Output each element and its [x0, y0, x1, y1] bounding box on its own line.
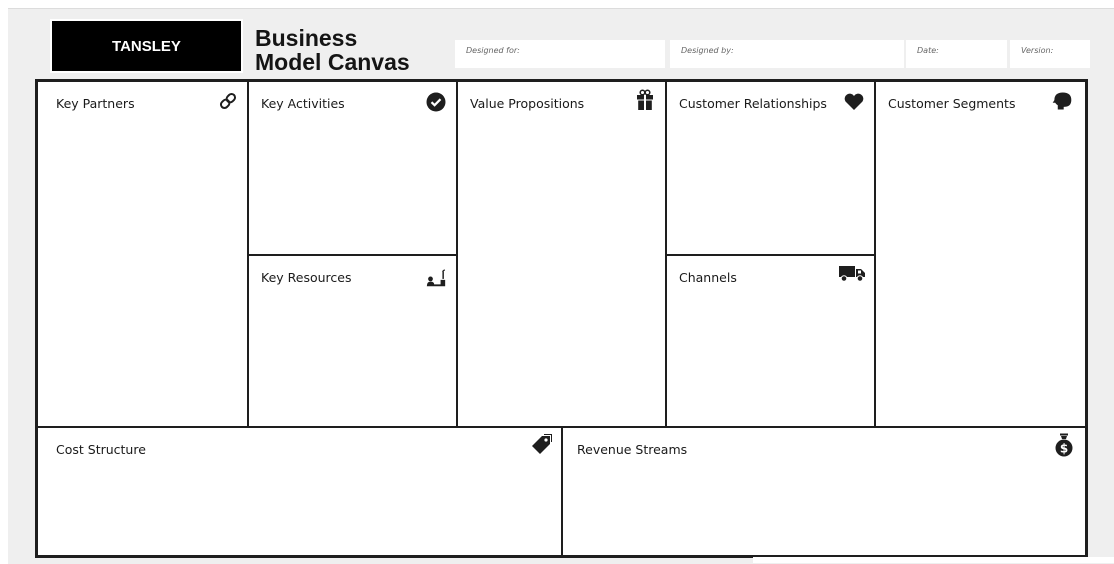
gift-icon	[634, 89, 656, 111]
key-partners-label: Key Partners	[56, 96, 135, 111]
designed-by-label: Designed by:	[681, 46, 734, 55]
key-resources-label: Key Resources	[261, 270, 352, 285]
version-field[interactable]: Version:	[1010, 40, 1090, 68]
revenue-streams-block[interactable]: Revenue Streams $	[561, 426, 1085, 556]
link-icon	[217, 90, 239, 112]
brand-logo-text: TANSLEY	[112, 37, 181, 55]
key-activities-block[interactable]: Key Activities	[247, 82, 457, 255]
revenue-streams-label: Revenue Streams	[577, 442, 688, 457]
designed-by-field[interactable]: Designed by:	[670, 40, 904, 68]
money-bag-icon: $	[1053, 433, 1075, 457]
truck-icon	[837, 262, 867, 284]
designed-for-field[interactable]: Designed for:	[455, 40, 665, 68]
key-partners-block[interactable]: Key Partners	[38, 82, 247, 427]
tag-icon	[530, 434, 552, 456]
page-title-line1: Business	[255, 25, 358, 51]
date-field[interactable]: Date:	[906, 40, 1007, 68]
channels-block[interactable]: Channels	[665, 254, 875, 427]
value-propositions-block[interactable]: Value Propositions	[456, 82, 666, 427]
version-label: Version:	[1021, 46, 1054, 55]
business-model-canvas: Key Partners Key Activities Key Resource…	[35, 79, 1088, 558]
svg-text:$: $	[1060, 442, 1068, 456]
page-footer-strip	[753, 557, 1114, 563]
page-title-line2: Model Canvas	[255, 49, 410, 75]
customer-segments-label: Customer Segments	[888, 96, 1016, 111]
check-circle-icon	[425, 91, 447, 113]
heart-icon	[843, 91, 865, 113]
brand-logo: TANSLEY	[52, 21, 241, 71]
page-title: Business Model Canvas	[255, 26, 410, 74]
date-label: Date:	[917, 46, 939, 55]
channels-label: Channels	[679, 270, 737, 285]
designed-for-label: Designed for:	[466, 46, 520, 55]
worker-icon	[425, 267, 447, 289]
customer-relationships-block[interactable]: Customer Relationships	[665, 82, 875, 255]
customer-relationships-label: Customer Relationships	[679, 96, 827, 111]
customer-segments-block[interactable]: Customer Segments	[874, 82, 1085, 427]
key-activities-label: Key Activities	[261, 96, 345, 111]
value-propositions-label: Value Propositions	[470, 96, 585, 111]
head-icon	[1051, 90, 1073, 112]
key-resources-block[interactable]: Key Resources	[247, 254, 457, 427]
cost-structure-block[interactable]: Cost Structure	[38, 426, 562, 556]
cost-structure-label: Cost Structure	[56, 442, 146, 457]
